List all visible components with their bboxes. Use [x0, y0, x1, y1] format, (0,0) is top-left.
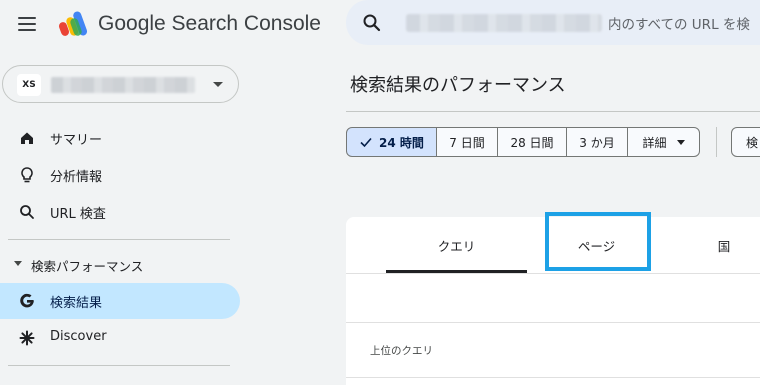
search-icon — [20, 205, 34, 219]
home-icon — [21, 132, 33, 144]
sidebar-item-label: サマリー — [50, 133, 103, 148]
dropdown-caret-icon — [213, 82, 223, 87]
property-selector[interactable]: XS — [2, 65, 239, 103]
chevron-down-icon — [676, 139, 685, 145]
sidebar-item-url-inspection[interactable]: URL 検査 — [0, 194, 240, 230]
redacted-property-name — [51, 77, 195, 93]
tab-queries[interactable]: クエリ — [386, 217, 527, 273]
range-chip-7d[interactable]: 7 日間 — [436, 127, 498, 157]
sidebar-item-summary[interactable]: サマリー — [0, 120, 240, 156]
range-chip-label: 3 か月 — [579, 135, 615, 150]
sidebar-item-label: 検索結果 — [50, 296, 103, 311]
search-placeholder: 内のすべての URL を検 — [608, 17, 750, 33]
sidebar-section-label: 検索パフォーマンス — [31, 259, 144, 274]
collapse-caret-icon — [14, 261, 22, 266]
page-title: 検索結果のパフォーマンス — [350, 75, 566, 96]
search-console-logo — [58, 11, 88, 36]
sidebar-item-label: URL 検査 — [50, 207, 106, 222]
sidebar-item-insights[interactable]: 分析情報 — [0, 157, 240, 193]
sidebar-section-search-performance[interactable]: 検索パフォーマンス — [0, 253, 240, 275]
range-chip-label: 詳細 — [642, 135, 667, 150]
title-divider — [346, 111, 760, 112]
range-chip-label: 28 日間 — [510, 135, 554, 150]
add-filter-button[interactable]: 検 — [731, 127, 760, 157]
range-chip-28d[interactable]: 28 日間 — [497, 127, 567, 157]
sidebar-divider — [8, 239, 230, 240]
tabs-divider — [346, 273, 760, 274]
range-chip-label: 24 時間 — [379, 135, 424, 150]
redacted-property-url — [406, 14, 602, 32]
asterisk-icon — [19, 330, 35, 346]
range-chip-details[interactable]: 詳細 — [627, 127, 700, 157]
url-inspect-search-bar[interactable]: 内のすべての URL を検 — [346, 0, 760, 45]
add-filter-label: 検 — [746, 135, 759, 150]
sidebar-item-label: Discover — [50, 329, 107, 344]
table-heading: 上位のクエリ — [370, 345, 433, 357]
sidebar-divider — [8, 365, 230, 366]
top-bar: Google Search Console 内のすべての URL を検 — [0, 0, 760, 50]
check-icon — [360, 137, 372, 148]
tab-label: 国 — [717, 238, 731, 254]
range-chip-24h[interactable]: 24 時間 — [346, 127, 437, 157]
sidebar-item-label: 分析情報 — [50, 170, 103, 185]
toolbar-separator — [716, 127, 717, 157]
search-icon — [363, 14, 381, 32]
sidebar-item-discover[interactable]: Discover — [0, 320, 240, 356]
product-name[interactable]: Google Search Console — [98, 12, 321, 36]
tab-countries[interactable]: 国 — [676, 217, 760, 273]
filter-row-divider — [346, 322, 760, 323]
table-divider — [346, 377, 760, 378]
tab-label: クエリ — [437, 238, 476, 254]
lightbulb-icon — [21, 167, 33, 183]
range-chip-label: 7 日間 — [449, 135, 485, 150]
property-favicon: XS — [17, 74, 41, 96]
sidebar-item-search-results[interactable]: 検索結果 — [0, 283, 240, 319]
pages-tab-highlight — [545, 212, 651, 271]
range-chip-3m[interactable]: 3 か月 — [566, 127, 628, 157]
google-g-icon — [20, 293, 34, 308]
hamburger-menu-icon[interactable] — [16, 13, 38, 35]
